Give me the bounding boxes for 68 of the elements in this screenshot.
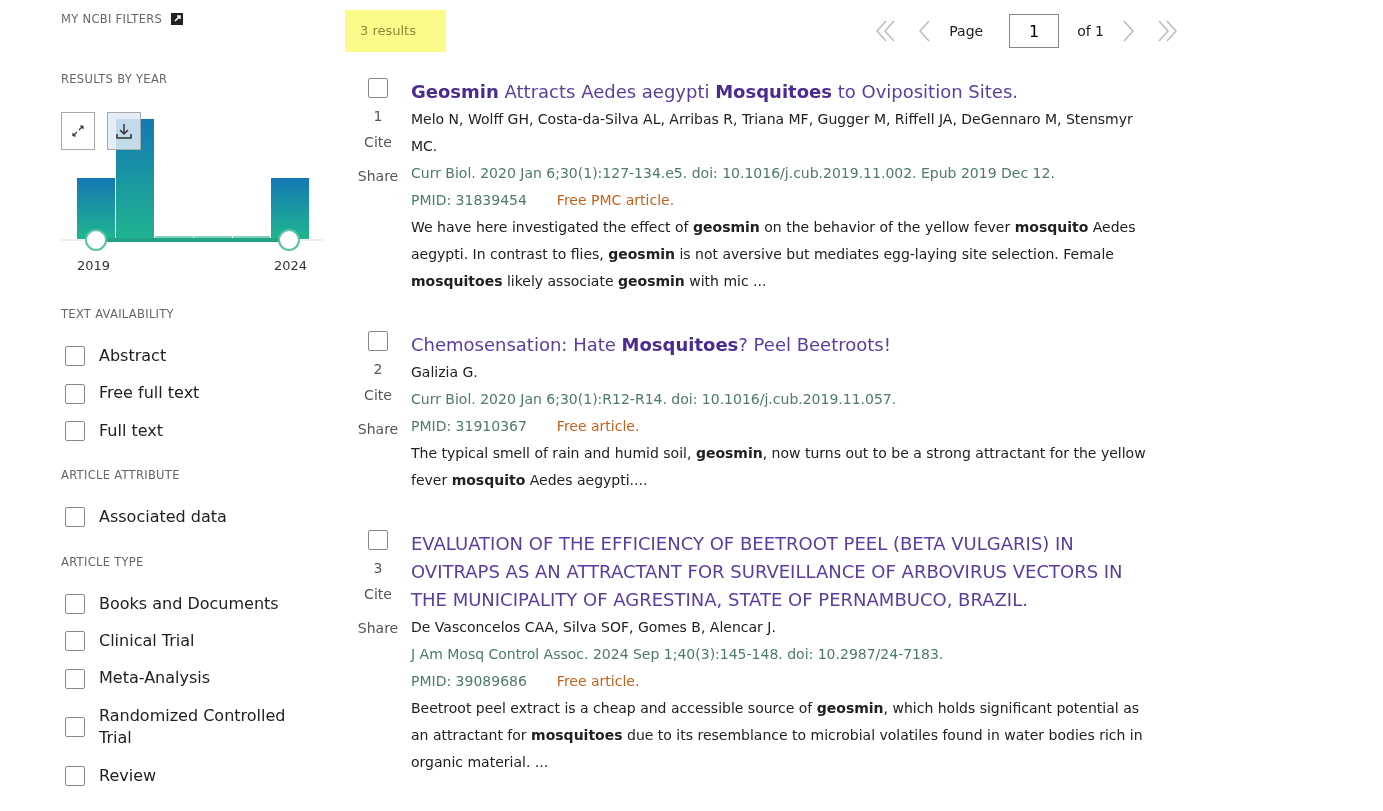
filter-checkbox[interactable] [65, 668, 85, 689]
result-authors: Galizia G. [411, 363, 479, 382]
result-title-link[interactable]: EVALUATION OF THE EFFICIENCY OF BEETROOT PEEL (BETA VULGARIS) IN OVITRAPS AS AN ATTRACTANT FOR SURVEILLANCE OF ARBOVIRUS VECTORS IN THE MUNICIPALITY OF AGRESTINA, STATE OF PERNAMBUCO, BRAZIL. [411, 530, 1151, 614]
result-pmid: PMID: 39089686 [411, 672, 527, 691]
result-pmid: PMID: 31839454 [411, 191, 527, 210]
filter-checkbox[interactable] [65, 507, 85, 528]
free-article-link[interactable]: Free article. [556, 668, 640, 695]
filter-checkbox[interactable] [65, 346, 85, 367]
page-number-field[interactable]: 1 [1009, 14, 1060, 48]
filter-label[interactable]: Abstract [99, 345, 167, 368]
filters-heading: MY NCBI FILTERS [61, 12, 163, 26]
filter-label[interactable]: Books and Documents [99, 592, 279, 615]
result-checkbox[interactable] [368, 78, 388, 98]
section-heading: ARTICLE TYPE [61, 554, 145, 569]
next-page-icon[interactable] [1122, 18, 1136, 44]
result-snippet: Beetroot peel extract is a cheap and accessible source of geosmin, which holds significant potential as an attractant for mosquitoes due to its resemblance to microbial volatiles found in water bodies rich in organic material. ... [411, 699, 1144, 772]
page-total: of 1 [1077, 23, 1104, 39]
filter-label[interactable]: Full text [99, 419, 164, 443]
external-link-icon[interactable] [170, 12, 185, 26]
filter-label[interactable]: Clinical Trial [99, 629, 195, 653]
result-citation: Curr Biol. 2020 Jan 6;30(1):R12-R14. doi: 10.1016/j.cub.2019.11.057. [411, 390, 898, 409]
expand-icon [71, 124, 85, 138]
share-link[interactable]: Share [357, 620, 399, 636]
filter-checkbox[interactable] [65, 765, 85, 786]
cite-link[interactable]: Cite [364, 134, 392, 150]
filter-label[interactable]: Review [99, 764, 157, 787]
result-title-link[interactable]: Geosmin Attracts Aedes aegypti Mosquitoes to Oviposition Sites. [411, 78, 1151, 106]
page-label: Page [949, 23, 984, 39]
result-title-link[interactable]: Chemosensation: Hate Mosquitoes? Peel Beetroots! [411, 331, 1151, 359]
share-link[interactable]: Share [357, 168, 399, 184]
cite-link[interactable]: Cite [364, 586, 392, 602]
result-number: 3 [373, 560, 383, 576]
result-number: 2 [373, 361, 383, 377]
result-checkbox[interactable] [368, 530, 388, 550]
section-heading: ARTICLE ATTRIBUTE [61, 468, 181, 483]
filter-checkbox[interactable] [65, 383, 85, 404]
range-end-handle[interactable] [278, 229, 300, 251]
download-button[interactable] [107, 112, 141, 150]
download-icon [115, 122, 133, 140]
filter-label[interactable]: Free full text [99, 382, 200, 405]
share-link[interactable]: Share [357, 421, 399, 437]
filter-label[interactable]: Randomized Controlled Trial [99, 704, 299, 750]
filter-label[interactable]: Associated data [99, 506, 227, 529]
filter-checkbox[interactable] [65, 717, 85, 738]
result-number: 1 [373, 108, 383, 124]
range-end-label: 2024 [273, 258, 307, 273]
results-count: 3 results [345, 10, 446, 52]
result-checkbox[interactable] [368, 331, 388, 351]
free-article-link[interactable]: Free article. [556, 413, 640, 440]
section-heading: TEXT AVAILABILITY [61, 307, 175, 321]
result-snippet: We have here investigated the effect of geosmin on the behavior of the yellow fever mosquito Aedes aegypti. In contrast to flies, geosmin is not aversive but mediates egg-laying site selection. Female mosquitoes likely associate geosmin with mic ... [411, 218, 1137, 291]
range-start-label: 2019 [77, 258, 111, 273]
result-citation: Curr Biol. 2020 Jan 6;30(1):127-134.e5. doi: 10.1016/j.cub.2019.11.002. Epub 2019 Dec 12. [411, 164, 1056, 183]
free-article-link[interactable]: Free PMC article. [556, 187, 675, 214]
section-heading: RESULTS BY YEAR [61, 72, 169, 86]
range-start-handle[interactable] [85, 229, 107, 251]
filter-label[interactable]: Meta-Analysis [99, 667, 211, 690]
result-authors: De Vasconcelos CAA, Silva SOF, Gomes B, Alencar J. [411, 618, 777, 637]
previous-page-icon[interactable] [917, 18, 932, 44]
filter-checkbox[interactable] [65, 631, 85, 652]
result-authors: Melo N, Wolff GH, Costa-da-Silva AL, Arribas R, Triana MF, Gugger M, Riffell JA, DeGennaro M, Stensmyr MC. [411, 110, 1134, 156]
result-pmid: PMID: 31910367 [411, 417, 527, 436]
filter-checkbox[interactable] [65, 420, 85, 441]
result-citation: J Am Mosq Control Assoc. 2024 Sep 1;40(3):145-148. doi: 10.2987/24-7183. [411, 645, 945, 664]
expand-button[interactable] [61, 112, 95, 150]
result-snippet: The typical smell of rain and humid soil, geosmin, now turns out to be a strong attractant for the yellow fever mosquito Aedes aegypti.... [411, 444, 1147, 490]
cite-link[interactable]: Cite [364, 387, 392, 403]
filter-checkbox[interactable] [65, 593, 85, 614]
